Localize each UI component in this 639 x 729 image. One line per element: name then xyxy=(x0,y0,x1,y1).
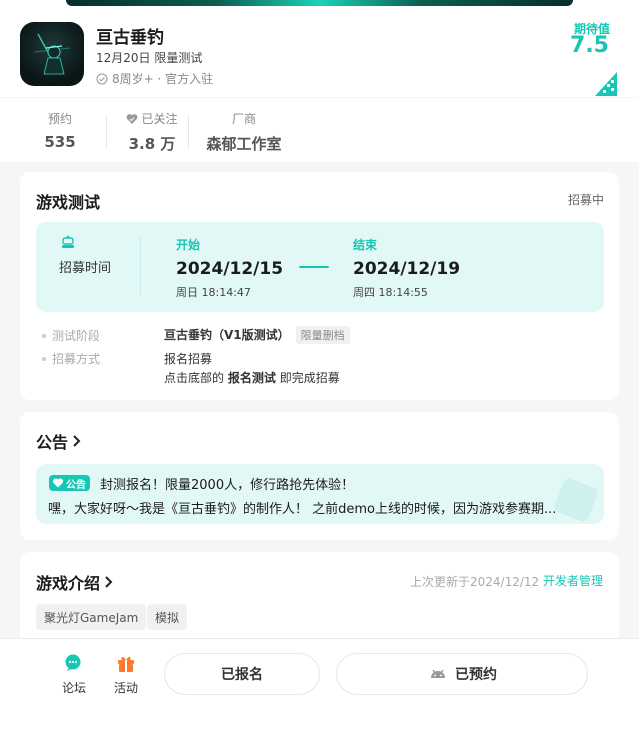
stat-developer[interactable]: 厂商 森郁工作室 xyxy=(202,110,286,154)
stat-followers[interactable]: 已关注 3.8 万 xyxy=(120,110,184,154)
game-test-card: 游戏测试 招募中 招募时间 开始 2024/12/15 周日 18:14:47 … xyxy=(20,172,619,400)
phase-tag: 限量删档 xyxy=(295,326,350,344)
test-date: 12月20日 限量测试 xyxy=(96,51,203,65)
notice-badge: 公告 xyxy=(49,475,90,491)
recruit-icon xyxy=(62,235,74,248)
method-line1: 报名招募 xyxy=(164,352,213,366)
method-line2: 点击底部的 报名测试 即完成招募 xyxy=(164,371,340,385)
chevron-right-icon xyxy=(105,576,113,588)
section-title-notice[interactable]: 公告 xyxy=(36,429,82,453)
notice-headline: 封测报名！限量2000人，修行路抢先体验！ xyxy=(100,478,355,493)
bottom-action-bar: 论坛 活动 已报名 已预约 xyxy=(0,638,639,729)
check-circle-icon xyxy=(96,73,108,84)
signed-up-button[interactable]: 已报名 xyxy=(164,653,320,695)
recruit-time-box: 招募时间 开始 2024/12/15 周日 18:14:47 结束 2024/1… xyxy=(36,222,604,312)
app-icon[interactable] xyxy=(20,22,84,86)
notice-body: 嘿，大家好呀～我是《亘古垂钓》的制作人！ 之前demo上线的时候，因为游戏参赛期… xyxy=(48,502,557,517)
notice-item[interactable]: 公告 封测报名！限量2000人，修行路抢先体验！ 嘿，大家好呀～我是《亘古垂钓》… xyxy=(36,464,604,524)
gift-icon xyxy=(118,656,134,672)
stat-reservations: 预约 535 xyxy=(44,112,76,151)
start-time: 开始 2024/12/15 周日 18:14:47 xyxy=(176,238,284,299)
game-intro-card: 游戏介绍 上次更新于2024/12/12 开发者管理 聚光灯GameJam 模拟 xyxy=(20,552,619,652)
phase-label: 测试阶段 xyxy=(42,327,100,344)
tag-chip[interactable]: 聚光灯GameJam xyxy=(36,604,147,630)
tag-chip[interactable]: 模拟 xyxy=(147,604,188,630)
section-title-test: 游戏测试 xyxy=(36,193,101,212)
recruit-status: 招募中 xyxy=(567,193,604,207)
app-meta: 8周岁+ · 官方入驻 xyxy=(96,70,213,87)
activity-button[interactable]: 活动 xyxy=(106,653,146,696)
heart-check-icon xyxy=(127,113,138,124)
chevron-right-icon xyxy=(73,435,81,447)
recruit-time-label: 招募时间 xyxy=(59,261,112,276)
age-rating: 8周岁+ · 官方入驻 xyxy=(112,72,214,86)
last-updated: 上次更新于2024/12/12 xyxy=(410,575,540,589)
android-icon xyxy=(431,669,445,678)
test-badge-icon xyxy=(595,72,617,96)
developer-manage-link[interactable]: 开发者管理 xyxy=(543,572,603,589)
heart-icon xyxy=(52,478,64,488)
forum-icon xyxy=(65,654,81,671)
expect-value: 7.5 xyxy=(570,33,609,58)
reserved-button[interactable]: 已预约 xyxy=(336,653,588,695)
notice-card: 公告 公告 封测报名！限量2000人，修行路抢先体验！ 嘿，大家好呀～我是《亘古… xyxy=(20,412,619,540)
arrow-line xyxy=(299,266,329,268)
app-header: 亘古垂钓 12月20日 限量测试 8周岁+ · 官方入驻 期待值 7.5 xyxy=(0,6,639,97)
method-label: 招募方式 xyxy=(42,350,100,367)
stats-row: 预约 535 已关注 3.8 万 厂商 森郁工作室 xyxy=(0,98,639,162)
app-title: 亘古垂钓 xyxy=(96,28,164,48)
forum-button[interactable]: 论坛 xyxy=(54,653,94,696)
phase-value: 亘古垂钓（V1版测试） 限量删档 xyxy=(164,326,350,344)
end-time: 结束 2024/12/19 周四 18:14:55 xyxy=(353,238,461,299)
section-title-intro[interactable]: 游戏介绍 xyxy=(36,570,114,594)
